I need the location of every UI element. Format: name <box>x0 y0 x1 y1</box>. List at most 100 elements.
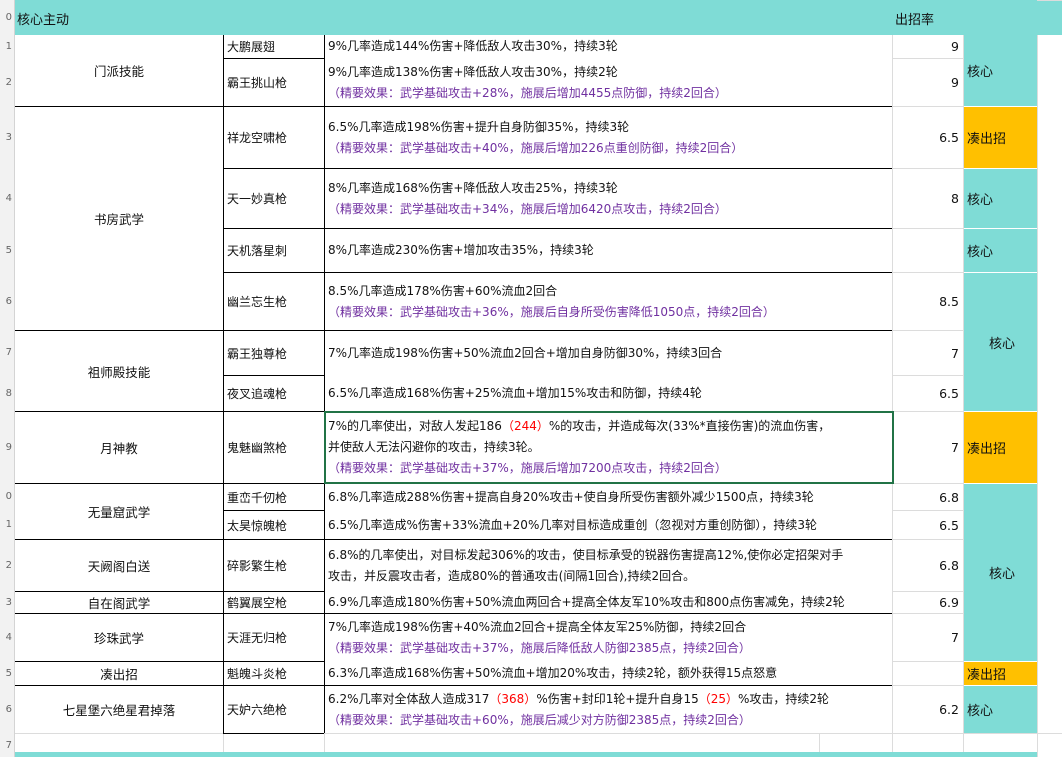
skill-description[interactable]: 7%几率造成198%伤害+50%流血2回合+增加自身防御30%，持续3回合 <box>325 331 892 375</box>
section-label[interactable]: 无量窟武学 <box>15 484 223 539</box>
row-header[interactable]: 4 <box>0 168 15 228</box>
rate-cell[interactable] <box>893 229 963 272</box>
effect-text: 6.5%几率造成168%伤害+25%流血+增加15%攻击和防御，持续4轮 <box>328 386 702 400</box>
rate-cell[interactable]: 6.5 <box>893 107 963 168</box>
tag-filler[interactable]: 凑出招 <box>964 107 1037 168</box>
skill-description[interactable]: 6.8%的几率使出，对目标发起306%的攻击，使目标承受的锐器伤害提高12%,使… <box>325 540 892 591</box>
effect-text: 攻击，并反震攻击者，造成80%的普通攻击(间隔1回合),持续2回合。 <box>328 568 696 583</box>
header-rate-label[interactable]: 出招率 <box>895 9 934 28</box>
skill-name[interactable]: 霸王独尊枪 <box>224 331 324 375</box>
rate-cell[interactable]: 9 <box>893 59 963 106</box>
skill-description[interactable]: 8%几率造成168%伤害+降低敌人攻击25%，持续3轮 （精要效果：武学基础攻击+… <box>325 169 892 228</box>
skill-description[interactable]: 6.3%几率造成168%伤害+50%流血+增加20%攻击，持续2轮，额外获得15… <box>325 662 892 685</box>
rate-cell[interactable]: 7 <box>893 331 963 375</box>
rate-cell[interactable]: 6.9 <box>893 592 963 613</box>
skill-name-text: 碎影繁生枪 <box>227 559 288 573</box>
skill-description[interactable]: 8%几率造成230%伤害+增加攻击35%，持续3轮 <box>325 229 892 272</box>
row-header[interactable]: 4 <box>0 613 15 661</box>
effect-text-part: %的攻击，并造成每次(33%*直接伤害)的流血伤害， <box>548 419 831 433</box>
skill-description[interactable]: 8.5%几率造成178%伤害+60%流血2回合 （精要效果：武学基础攻击+36%，… <box>325 273 892 330</box>
effect-text-part: %攻击，持续2轮 <box>738 691 830 706</box>
skill-description[interactable]: 7%几率造成198%伤害+40%流血2回合+提高全体友军25%防御，持续2回合 （… <box>325 614 892 661</box>
skill-name[interactable]: 魁魄斗炎枪 <box>224 662 324 685</box>
tag-core[interactable]: 核心 <box>964 686 1037 733</box>
tag-filler[interactable]: 凑出招 <box>964 412 1037 483</box>
effect-text: 6.8%几率造成288%伤害+提高自身20%攻击+使自身所受伤害额外减少1500… <box>328 489 814 504</box>
skill-name[interactable]: 祥龙空啸枪 <box>224 107 324 168</box>
skill-name[interactable]: 天机落星刺 <box>224 229 324 272</box>
row-header[interactable]: 3 <box>0 106 15 168</box>
skill-name[interactable]: 大鹏展翅 <box>224 35 324 58</box>
rate-cell[interactable]: 6.8 <box>893 484 963 510</box>
rate-value: 9 <box>951 39 959 54</box>
skill-name[interactable]: 夜叉追魂枪 <box>224 376 324 411</box>
tag-core[interactable]: 核心 <box>964 273 1037 411</box>
row-header[interactable]: 1 <box>0 35 15 58</box>
tag-label: 核心 <box>988 567 1015 582</box>
row-header[interactable]: 6 <box>0 685 15 733</box>
skill-description[interactable]: 6.5%几率造成198%伤害+提升自身防御35%，持续3轮 （精要效果：武学基础攻… <box>325 107 892 168</box>
effect-text: 9%几率造成138%伤害+降低敌人攻击30%，持续2轮 <box>328 64 618 79</box>
effect-text: 6.5%几率造成198%伤害+提升自身防御35%，持续3轮 <box>328 119 630 134</box>
row-header[interactable]: 0 <box>0 0 15 35</box>
rate-cell[interactable]: 8.5 <box>893 273 963 330</box>
skill-description[interactable]: 6.9%几率造成180%伤害+50%流血两回合+提高全体友军10%攻击和800点… <box>325 592 892 613</box>
section-label[interactable]: 珍珠武学 <box>15 614 223 661</box>
skill-name[interactable]: 霸王挑山枪 <box>224 59 324 106</box>
rate-cell[interactable]: 6.2 <box>893 686 963 733</box>
skill-name[interactable]: 鬼魅幽煞枪 <box>224 412 324 483</box>
row-header[interactable]: 2 <box>0 539 15 591</box>
skill-name-text: 幽兰忘生枪 <box>227 295 288 309</box>
rate-cell[interactable]: 8 <box>893 169 963 228</box>
rate-cell[interactable]: 6.5 <box>893 511 963 539</box>
tag-filler[interactable]: 凑出招 <box>964 662 1037 685</box>
skill-name[interactable]: 幽兰忘生枪 <box>224 273 324 330</box>
section-label[interactable]: 七星堡六绝星君掉落 <box>15 686 223 733</box>
row-header[interactable]: 9 <box>0 411 15 483</box>
section-label[interactable]: 天阙阁白送 <box>15 540 223 591</box>
row-header[interactable]: 8 <box>0 375 15 411</box>
header-title[interactable]: 核心主动 <box>17 9 69 28</box>
rate-cell[interactable] <box>893 662 963 685</box>
skill-description[interactable]: 9%几率造成138%伤害+降低敌人攻击30%，持续2轮 （精要效果：武学基础攻击+… <box>325 59 892 106</box>
section-label[interactable]: 书房武学 <box>15 107 223 330</box>
section-label[interactable]: 祖师殿技能 <box>15 331 223 411</box>
row-header[interactable]: 7 <box>0 733 15 757</box>
tag-core[interactable]: 核心 <box>964 35 1037 106</box>
section-label[interactable]: 自在阁武学 <box>15 592 223 613</box>
rate-cell[interactable]: 7 <box>893 614 963 661</box>
tag-core[interactable]: 核心 <box>964 229 1037 272</box>
rate-value: 6.9 <box>939 595 959 610</box>
skill-description[interactable]: 6.8%几率造成288%伤害+提高自身20%攻击+使自身所受伤害额外减少1500… <box>325 484 892 510</box>
row-header[interactable]: 6 <box>0 272 15 330</box>
skill-name[interactable]: 碎影繁生枪 <box>224 540 324 591</box>
skill-name[interactable]: 天涯无归枪 <box>224 614 324 661</box>
rate-cell[interactable]: 7 <box>895 412 963 483</box>
skill-name[interactable]: 重峦千仞枪 <box>224 484 324 510</box>
skill-name[interactable]: 太昊惊魄枪 <box>224 511 324 539</box>
rate-cell[interactable]: 9 <box>893 35 963 58</box>
tag-core[interactable]: 核心 <box>964 169 1037 228</box>
section-label[interactable]: 月神教 <box>15 412 223 483</box>
skill-name[interactable]: 鹤翼展空枪 <box>224 592 324 613</box>
effect-text: 6.5%几率造成%伤害+33%流血+20%几率对目标造成重创（忽视对方重创防御）… <box>328 517 817 532</box>
section-label[interactable]: 门派技能 <box>15 35 223 106</box>
row-header[interactable]: 5 <box>0 661 15 685</box>
skill-description[interactable]: 6.5%几率造成168%伤害+25%流血+增加15%攻击和防御，持续4轮 <box>325 376 892 411</box>
skill-description[interactable]: 6.5%几率造成%伤害+33%流血+20%几率对目标造成重创（忽视对方重创防御）… <box>325 511 892 539</box>
skill-description[interactable]: 9%几率造成144%伤害+降低敌人攻击30%，持续3轮 <box>325 35 892 58</box>
skill-description[interactable]: 6.2%几率对全体敌人造成317（368）%伤害+封印1轮+提升自身15（25）… <box>325 686 892 733</box>
skill-name[interactable]: 天妒六绝枪 <box>224 686 324 733</box>
rate-cell[interactable]: 6.8 <box>893 540 963 591</box>
rate-cell[interactable]: 6.5 <box>893 376 963 411</box>
row-header[interactable]: 0 <box>0 483 15 510</box>
row-header[interactable]: 7 <box>0 330 15 375</box>
skill-description-selected[interactable]: 7%的几率使出，对敌人发起186（244）%的攻击，并造成每次(33%*直接伤害… <box>324 411 894 484</box>
skill-name[interactable]: 天一妙真枪 <box>224 169 324 228</box>
row-header[interactable]: 3 <box>0 591 15 613</box>
row-header[interactable]: 5 <box>0 228 15 272</box>
row-header[interactable]: 2 <box>0 58 15 106</box>
section-label[interactable]: 凑出招 <box>15 662 223 685</box>
tag-core[interactable]: 核心 <box>964 484 1037 661</box>
row-header[interactable]: 1 <box>0 510 15 539</box>
